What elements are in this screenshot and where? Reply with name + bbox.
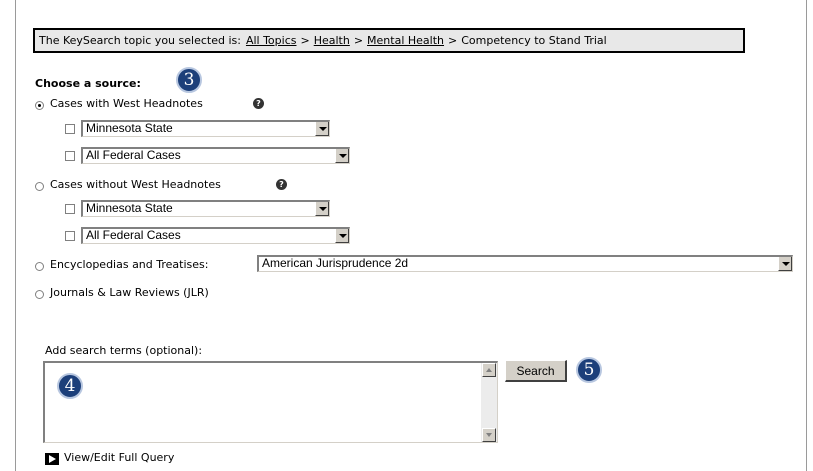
- breadcrumb-prefix: The KeySearch topic you selected is:: [39, 34, 241, 47]
- callout-marker-3: 3: [176, 67, 202, 93]
- select-headnotes-state[interactable]: Minnesota State: [81, 120, 330, 137]
- chevron-down-icon[interactable]: [778, 257, 792, 271]
- question-circle-icon[interactable]: ?: [253, 98, 264, 109]
- radio-cases-without-headnotes[interactable]: [35, 182, 44, 191]
- play-arrow-icon[interactable]: [45, 453, 59, 465]
- radio-journals[interactable]: [35, 290, 44, 299]
- checkbox-headnotes-minnesota[interactable]: [65, 124, 75, 134]
- source-heading: Choose a source:: [35, 77, 141, 90]
- breadcrumb-separator: >: [353, 34, 364, 47]
- breadcrumb-all-topics-link[interactable]: All Topics: [246, 34, 297, 47]
- search-terms-textarea[interactable]: [43, 361, 498, 443]
- select-value: American Jurisprudence 2d: [262, 256, 409, 270]
- radio-label-cases-without-headnotes: Cases without West Headnotes: [50, 178, 221, 191]
- callout-marker-5: 5: [576, 357, 602, 383]
- checkbox-noheadnotes-federal[interactable]: [65, 231, 75, 241]
- question-circle-icon[interactable]: ?: [276, 179, 287, 190]
- select-noheadnotes-federal[interactable]: All Federal Cases: [81, 227, 350, 244]
- scroll-up-icon[interactable]: [482, 363, 496, 377]
- search-button[interactable]: Search: [505, 360, 567, 382]
- breadcrumb-separator: >: [300, 34, 310, 47]
- chevron-down-icon[interactable]: [315, 202, 329, 216]
- chevron-down-icon[interactable]: [335, 149, 349, 163]
- view-edit-full-query-link[interactable]: View/Edit Full Query: [64, 451, 174, 464]
- scroll-down-icon[interactable]: [482, 428, 496, 442]
- select-value: Minnesota State: [86, 201, 173, 215]
- breadcrumb: The KeySearch topic you selected is: All…: [33, 28, 745, 53]
- breadcrumb-health-link[interactable]: Health: [314, 34, 350, 47]
- radio-label-cases-with-headnotes: Cases with West Headnotes: [50, 97, 203, 110]
- select-headnotes-federal[interactable]: All Federal Cases: [81, 147, 350, 164]
- radio-cases-with-headnotes[interactable]: [35, 101, 44, 110]
- callout-marker-4: 4: [57, 373, 83, 399]
- checkbox-noheadnotes-minnesota[interactable]: [65, 204, 75, 214]
- search-terms-label: Add search terms (optional):: [45, 344, 203, 357]
- select-encyclopedias[interactable]: American Jurisprudence 2d: [257, 255, 793, 272]
- breadcrumb-mental-health-link[interactable]: Mental Health: [367, 34, 444, 47]
- select-value: All Federal Cases: [86, 148, 181, 162]
- textarea-scrollbar[interactable]: [481, 363, 497, 442]
- breadcrumb-separator: >: [448, 34, 458, 47]
- radio-label-encyclopedias: Encyclopedias and Treatises:: [50, 258, 209, 271]
- select-value: Minnesota State: [86, 121, 173, 135]
- radio-encyclopedias[interactable]: [35, 262, 44, 271]
- chevron-down-icon[interactable]: [335, 229, 349, 243]
- chevron-down-icon[interactable]: [315, 122, 329, 136]
- select-value: All Federal Cases: [86, 228, 181, 242]
- radio-label-journals: Journals & Law Reviews (JLR): [50, 286, 209, 299]
- select-noheadnotes-state[interactable]: Minnesota State: [81, 200, 330, 217]
- checkbox-headnotes-federal[interactable]: [65, 151, 75, 161]
- breadcrumb-current-topic: Competency to Stand Trial: [461, 34, 607, 47]
